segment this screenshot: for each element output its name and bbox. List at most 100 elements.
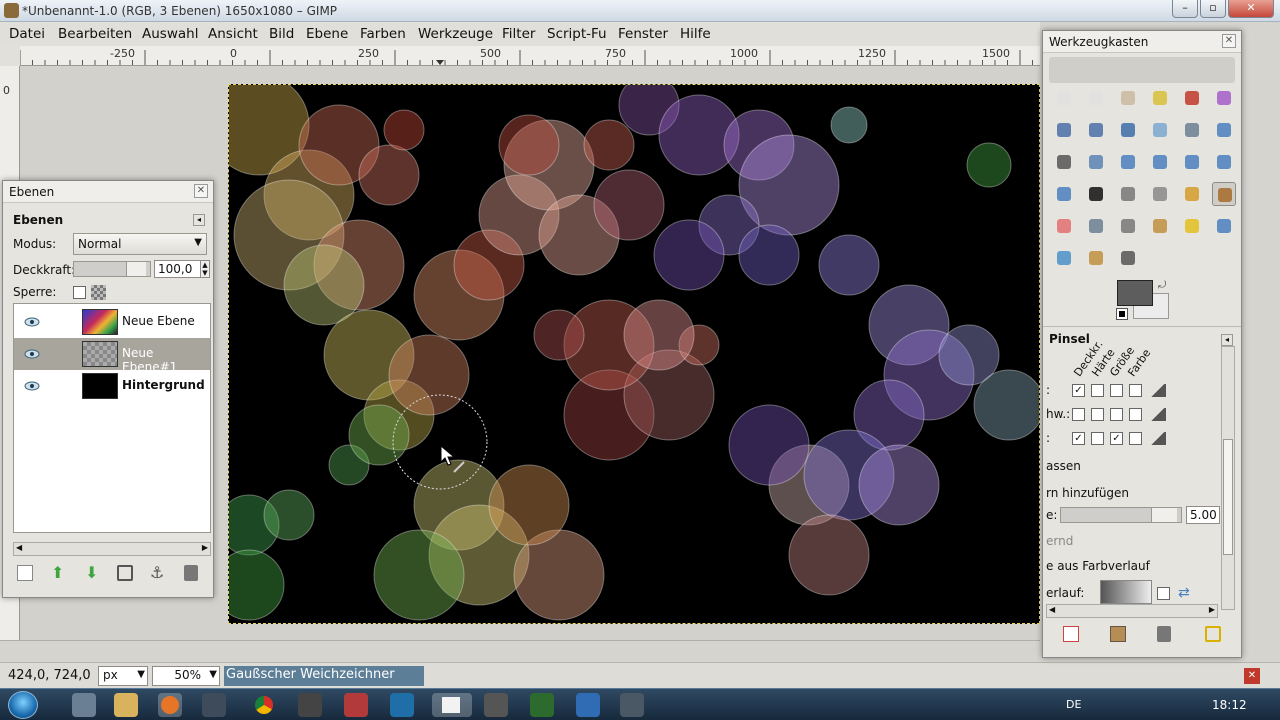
crop-icon[interactable] <box>1084 150 1108 174</box>
dynamics-checkbox[interactable]: ✓ <box>1072 384 1085 397</box>
menu-werkzeuge[interactable]: Werkzeuge <box>418 26 493 42</box>
lock-alpha-checkbox[interactable] <box>73 286 86 299</box>
language-indicator[interactable]: DE <box>1066 698 1081 711</box>
menu-script-fu[interactable]: Script-Fu <box>547 26 607 42</box>
start-button[interactable] <box>8 691 38 719</box>
eye-icon[interactable] <box>24 316 40 328</box>
paintbrush-icon[interactable] <box>1212 182 1236 206</box>
slider-thumb[interactable] <box>126 262 146 276</box>
reset-options-icon[interactable] <box>1205 626 1221 642</box>
restore-options-icon[interactable] <box>1110 626 1126 642</box>
default-colors-icon[interactable] <box>1116 308 1128 320</box>
clock[interactable]: 18:12 <box>1212 698 1247 712</box>
scale-icon[interactable] <box>1148 150 1172 174</box>
color-picker-icon[interactable] <box>1116 118 1140 142</box>
close-window-button[interactable]: ✕ <box>1228 0 1274 18</box>
menu-datei[interactable]: Datei <box>9 26 45 42</box>
taskbar-app-icon[interactable] <box>72 693 96 717</box>
minimize-button[interactable]: – <box>1172 0 1198 18</box>
pencil-icon[interactable] <box>1180 182 1204 206</box>
rotate-icon[interactable] <box>1116 150 1140 174</box>
zoom-select[interactable]: 50% ▼ <box>152 666 220 686</box>
raise-layer-icon[interactable]: ⬆ <box>51 563 64 582</box>
save-options-icon[interactable] <box>1063 626 1079 642</box>
clone-icon[interactable] <box>1148 214 1172 238</box>
dynamics-checkbox[interactable] <box>1129 432 1142 445</box>
curve-icon[interactable] <box>1150 432 1166 445</box>
taskbar-app-icon[interactable] <box>344 693 368 717</box>
chrome-icon[interactable] <box>252 693 276 717</box>
menu-farben[interactable]: Farben <box>360 26 406 42</box>
opacity-spinner[interactable]: ▲ ▼ <box>200 260 210 278</box>
menu-fenster[interactable]: Fenster <box>618 26 668 42</box>
dynamics-checkbox[interactable]: ✓ <box>1110 432 1123 445</box>
swap-direction-icon[interactable]: ⇄ <box>1178 585 1190 601</box>
dynamics-checkbox[interactable] <box>1091 384 1104 397</box>
dynamics-checkbox[interactable] <box>1129 384 1142 397</box>
menu-bild[interactable]: Bild <box>269 26 294 42</box>
menu-filter[interactable]: Filter <box>502 26 535 42</box>
scale-slider[interactable] <box>1060 507 1182 523</box>
paths-icon[interactable] <box>1084 118 1108 142</box>
scale-input[interactable]: 5.00 <box>1186 506 1220 524</box>
bucket-fill-icon[interactable] <box>1116 182 1140 206</box>
perspective-clone-icon[interactable] <box>1212 214 1236 238</box>
gradient-preview[interactable] <box>1100 580 1152 604</box>
dynamics-checkbox[interactable] <box>1110 384 1123 397</box>
anchor-layer-icon[interactable]: ⚓ <box>150 563 164 582</box>
menu-ansicht[interactable]: Ansicht <box>208 26 258 42</box>
curve-icon[interactable] <box>1150 408 1166 421</box>
foreground-color-swatch[interactable] <box>1117 280 1153 306</box>
zoom-icon[interactable] <box>1148 118 1172 142</box>
layer-row[interactable]: Hintergrund <box>14 370 210 402</box>
dynamics-checkbox[interactable] <box>1072 408 1085 421</box>
scissors-icon[interactable] <box>1212 86 1236 110</box>
image-canvas[interactable] <box>228 84 1040 624</box>
eye-icon[interactable] <box>24 348 40 360</box>
explorer-icon[interactable] <box>114 693 138 717</box>
fuzzy-select-icon[interactable] <box>1148 86 1172 110</box>
reverse-gradient-checkbox[interactable] <box>1157 587 1170 600</box>
rect-select-icon[interactable] <box>1052 86 1076 110</box>
new-layer-icon[interactable] <box>17 565 33 581</box>
smudge-icon[interactable] <box>1084 246 1108 270</box>
menu-hilfe[interactable]: Hilfe <box>680 26 711 42</box>
lower-layer-icon[interactable]: ⬇ <box>85 563 98 582</box>
airbrush-icon[interactable] <box>1084 214 1108 238</box>
menu-ebene[interactable]: Ebene <box>306 26 348 42</box>
foreground-select-icon[interactable] <box>1052 118 1076 142</box>
options-hscroll[interactable]: ◀ ▶ <box>1046 604 1218 618</box>
eye-icon[interactable] <box>24 380 40 392</box>
shear-icon[interactable] <box>1180 150 1204 174</box>
taskbar-app-icon[interactable] <box>620 693 644 717</box>
text-icon[interactable] <box>1084 182 1108 206</box>
dodge-burn-icon[interactable] <box>1116 246 1140 270</box>
close-icon[interactable]: ✕ <box>1222 34 1236 48</box>
close-icon[interactable]: ✕ <box>194 184 208 198</box>
taskbar-app-icon[interactable] <box>298 693 322 717</box>
menu-bearbeiten[interactable]: Bearbeiten <box>58 26 132 42</box>
dynamics-checkbox[interactable] <box>1110 408 1123 421</box>
opacity-slider[interactable] <box>73 261 151 277</box>
eraser-icon[interactable] <box>1052 214 1076 238</box>
taskbar-app-icon[interactable] <box>484 693 508 717</box>
scroll-left-icon[interactable]: ◀ <box>16 543 22 552</box>
scroll-right-icon[interactable]: ▶ <box>202 543 208 552</box>
opacity-input[interactable]: 100,0 <box>154 260 202 278</box>
scroll-left-icon[interactable]: ◀ <box>1049 605 1055 614</box>
curve-icon[interactable] <box>1150 384 1166 397</box>
options-vscroll[interactable] <box>1221 346 1235 610</box>
canvas-scrollbar[interactable] <box>0 640 1040 662</box>
dynamics-checkbox[interactable]: ✓ <box>1072 432 1085 445</box>
move-icon[interactable] <box>1212 118 1236 142</box>
taskbar-app-icon[interactable] <box>576 693 600 717</box>
horizontal-ruler[interactable]: -250 0 250 500 750 1000 1250 1500 <box>20 46 1040 66</box>
unit-select[interactable]: px ▼ <box>98 666 148 686</box>
color-select-icon[interactable] <box>1180 86 1204 110</box>
blend-icon[interactable] <box>1148 182 1172 206</box>
taskbar-app-icon[interactable] <box>530 693 554 717</box>
flip-icon[interactable] <box>1052 182 1076 206</box>
layers-hscroll[interactable]: ◀ ▶ <box>13 542 211 556</box>
maximize-button[interactable]: ▫ <box>1200 0 1226 18</box>
dynamics-checkbox[interactable] <box>1091 432 1104 445</box>
